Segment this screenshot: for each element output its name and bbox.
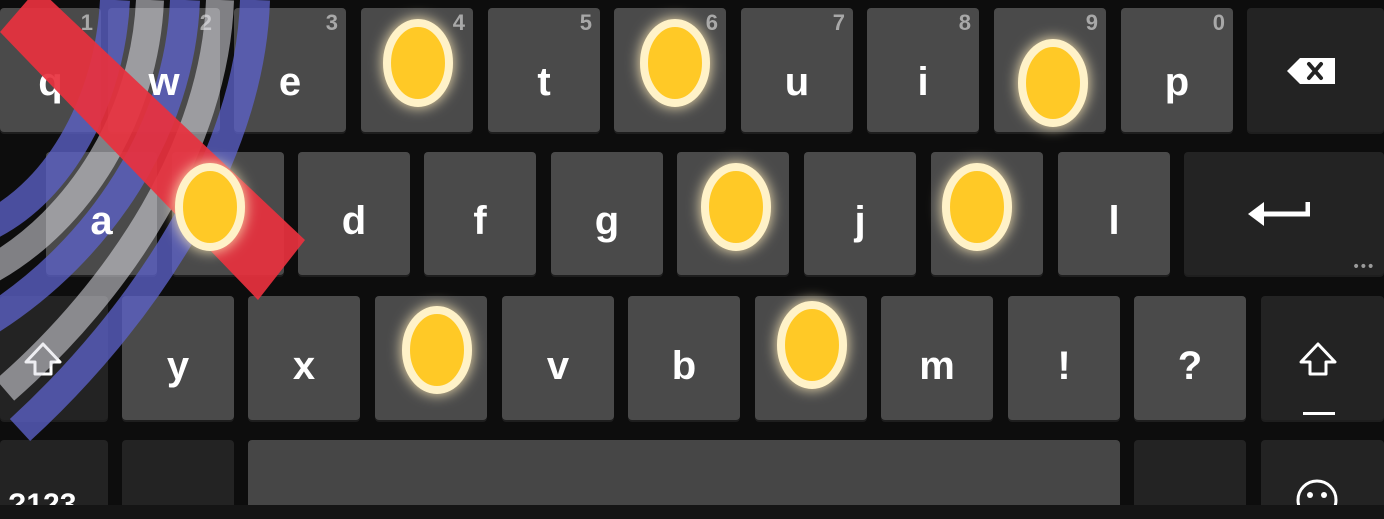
key-label: l (1108, 199, 1120, 243)
key-label: ? (1177, 344, 1203, 388)
keyboard: 1 q 2 w 3 e 4 5 t 6 7 u 8 i 9 0 p a (0, 0, 1384, 519)
key-label: u (784, 60, 810, 104)
key-d[interactable]: d (298, 152, 410, 275)
key-hint: 2 (199, 10, 212, 35)
enter-icon (1248, 202, 1310, 226)
key-label: e (278, 60, 302, 104)
key-label: j (854, 199, 866, 243)
key-j[interactable]: j (804, 152, 916, 275)
key-label: g (594, 199, 620, 243)
key-t[interactable]: 5 t (488, 8, 600, 132)
key-exclamation[interactable]: ! (1008, 296, 1120, 420)
key-x[interactable]: x (248, 296, 360, 420)
key-label-w-overlay: w (148, 60, 180, 104)
shift-indicator (1303, 412, 1335, 415)
key-e[interactable]: 3 e (234, 8, 346, 132)
backspace-key[interactable] (1247, 8, 1384, 132)
enter-key[interactable]: ••• (1184, 152, 1384, 275)
key-hint: 9 (1085, 10, 1098, 35)
shift-key-right[interactable] (1261, 296, 1384, 420)
key-label: t (537, 60, 551, 104)
key-hint: 8 (958, 10, 971, 35)
key-label: v (546, 344, 570, 388)
touch-marker (1018, 39, 1088, 127)
backspace-icon (1287, 58, 1335, 84)
key-hint: 1 (80, 10, 93, 35)
key-b[interactable]: b (628, 296, 740, 420)
bottom-bezel (0, 505, 1384, 519)
key-label: q (38, 60, 63, 104)
touch-marker (402, 306, 472, 394)
key-label: d (341, 199, 367, 243)
key-v[interactable]: v (502, 296, 614, 420)
key-hint: 6 (705, 10, 718, 35)
key-u[interactable]: 7 u (741, 8, 853, 132)
shift-icon (1299, 342, 1337, 376)
key-label: m (919, 344, 955, 388)
key-label: i (917, 60, 929, 104)
key-question[interactable]: ? (1134, 296, 1246, 420)
key-hint: 5 (579, 10, 592, 35)
key-label: ! (1057, 344, 1071, 388)
key-g[interactable]: g (551, 152, 663, 275)
key-label: b (671, 344, 697, 388)
key-label: y (166, 344, 190, 388)
touch-marker (175, 163, 245, 251)
shift-icon (24, 342, 62, 376)
key-y[interactable]: y (122, 296, 234, 420)
key-l[interactable]: l (1058, 152, 1170, 275)
key-label: f (473, 199, 487, 243)
key-label: x (292, 344, 316, 388)
touch-marker (777, 301, 847, 389)
key-f[interactable]: f (424, 152, 536, 275)
key-hint: 4 (452, 10, 465, 35)
more-dots-icon: ••• (1352, 259, 1375, 275)
key-i[interactable]: 8 i (867, 8, 979, 132)
touch-marker (640, 19, 710, 107)
touch-marker (383, 19, 453, 107)
key-hint: 7 (832, 10, 845, 35)
touch-marker (701, 163, 771, 251)
key-m[interactable]: m (881, 296, 993, 420)
key-label: p (1164, 60, 1190, 104)
shift-key-left[interactable] (0, 296, 108, 420)
key-label-a-overlay: a (90, 199, 113, 243)
touch-marker (942, 163, 1012, 251)
key-p[interactable]: 0 p (1121, 8, 1233, 132)
key-q[interactable]: 1 q (0, 8, 101, 132)
key-hint: 0 (1212, 10, 1225, 35)
key-hint: 3 (325, 10, 338, 35)
